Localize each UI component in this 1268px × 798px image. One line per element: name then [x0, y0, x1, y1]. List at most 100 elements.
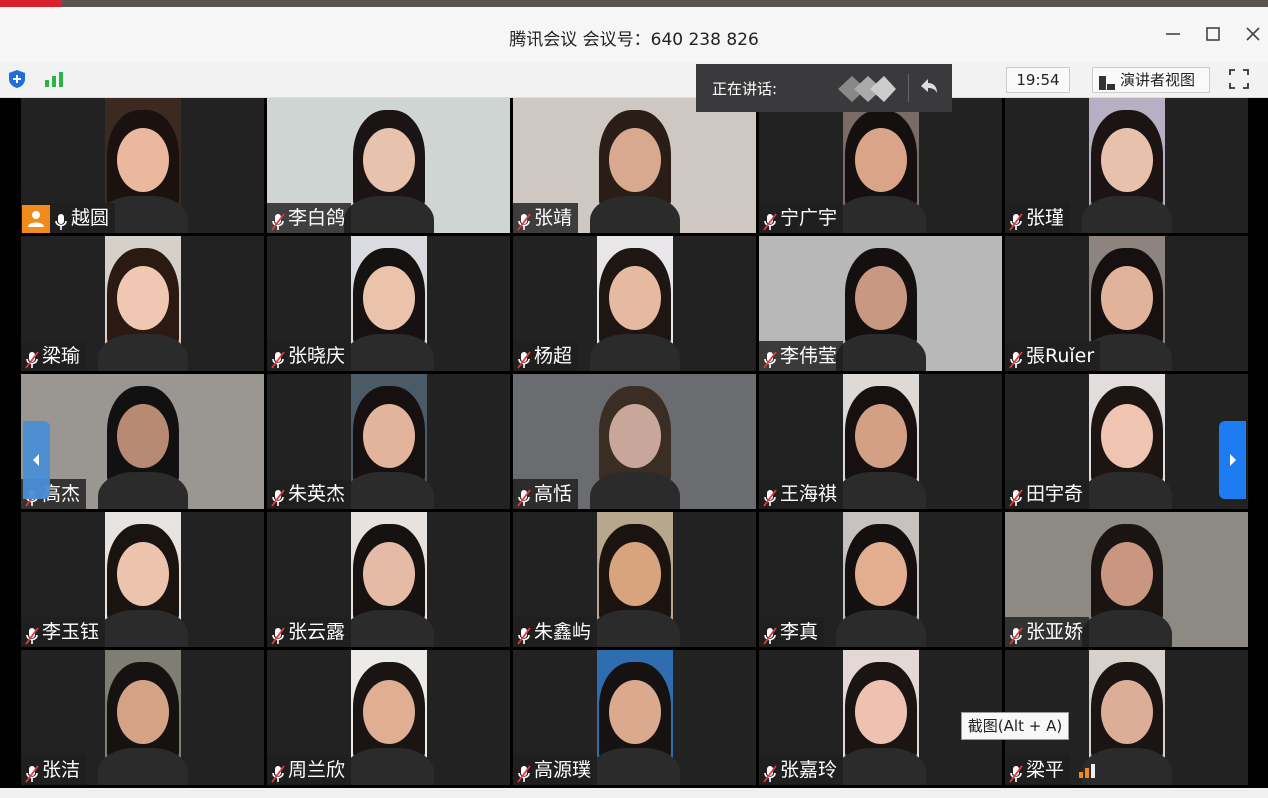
participant-tile[interactable]: 宁广宇 — [759, 98, 1002, 233]
meeting-time: 19:54 — [1006, 67, 1070, 93]
participant-name: 朱英杰 — [288, 483, 346, 505]
participant-name: 张靖 — [534, 207, 573, 229]
screenshot-tooltip: 截图(Alt + A) — [961, 712, 1069, 740]
participant-name: 梁瑜 — [42, 345, 81, 367]
fullscreen-icon[interactable] — [1228, 68, 1250, 90]
participant-name-tag: 梁瑜 — [21, 341, 87, 371]
shield-icon[interactable] — [8, 69, 26, 89]
participant-name-tag: 李伟莹 — [759, 341, 844, 371]
participant-name: 张瑾 — [1026, 207, 1065, 229]
collapse-arrow-icon[interactable] — [918, 76, 940, 98]
participant-tile[interactable]: 周兰欣 — [267, 650, 510, 785]
participant-tile[interactable]: 越圆 — [21, 98, 264, 233]
presenter-view-button[interactable]: 演讲者视图 — [1092, 67, 1210, 93]
participant-tile[interactable]: 张洁 — [21, 650, 264, 785]
video-feed — [590, 512, 680, 647]
video-feed — [590, 236, 680, 371]
participant-tile[interactable]: 张亚娇 — [1005, 512, 1248, 647]
participant-tile[interactable]: 杨超 — [513, 236, 756, 371]
participant-tile[interactable]: 张瑾 — [1005, 98, 1248, 233]
participant-tile[interactable]: 高杰 — [21, 374, 264, 509]
microphone-muted-icon — [763, 762, 777, 783]
microphone-muted-icon — [517, 210, 531, 231]
video-feed — [98, 98, 188, 233]
participant-name-tag: 张靖 — [513, 203, 579, 233]
participant-tile[interactable]: 朱英杰 — [267, 374, 510, 509]
video-feed — [98, 512, 188, 647]
participant-name: 李真 — [780, 621, 819, 643]
video-feed — [590, 650, 680, 785]
microphone-muted-icon — [25, 762, 39, 783]
participant-tile[interactable]: 高源璞 — [513, 650, 756, 785]
audio-level-icon — [1078, 762, 1096, 778]
participant-tile[interactable]: 李玉钰 — [21, 512, 264, 647]
participant-tile[interactable]: 张靖 — [513, 98, 756, 233]
minimize-icon[interactable] — [1162, 23, 1184, 45]
microphone-muted-icon — [517, 486, 531, 507]
participant-name-tag: 李玉钰 — [21, 617, 106, 647]
microphone-muted-icon — [763, 210, 777, 231]
signal-icon[interactable] — [44, 71, 64, 87]
microphone-muted-icon — [517, 762, 531, 783]
microphone-icon — [54, 210, 68, 230]
participant-tile[interactable]: 李白鸽 — [267, 98, 510, 233]
participant-name: 李玉钰 — [42, 621, 100, 643]
participant-name-tag: 张亚娇 — [1005, 617, 1090, 647]
participant-name-tag: 李白鸽 — [267, 203, 352, 233]
microphone-muted-icon — [763, 486, 777, 507]
microphone-muted-icon — [25, 348, 39, 369]
participant-name: 周兰欣 — [288, 759, 346, 781]
previous-page-button[interactable] — [23, 421, 50, 499]
participant-name-tag: 朱鑫屿 — [513, 617, 598, 647]
participant-name-tag: 越圆 — [21, 203, 116, 233]
participant-tile[interactable]: 朱鑫屿 — [513, 512, 756, 647]
brand-mark — [0, 0, 62, 7]
maximize-icon[interactable] — [1202, 23, 1224, 45]
participant-name-tag: 张晓庆 — [267, 341, 352, 371]
participant-name-tag: 張Ruǐer — [1005, 341, 1101, 371]
participant-name: 李伟莹 — [780, 345, 838, 367]
microphone-muted-icon — [1009, 348, 1023, 369]
microphone-muted-icon — [271, 624, 285, 645]
microphone-muted-icon — [1009, 762, 1023, 783]
participant-name: 張Ruǐer — [1026, 345, 1095, 367]
participant-tile[interactable]: 高恬 — [513, 374, 756, 509]
microphone-muted-icon — [271, 210, 285, 231]
participant-tile[interactable]: 张云露 — [267, 512, 510, 647]
participant-name: 张云露 — [288, 621, 346, 643]
video-feed — [836, 374, 926, 509]
video-feed — [98, 650, 188, 785]
participant-tile[interactable]: 田宇奇 — [1005, 374, 1248, 509]
participant-tile[interactable]: 張Ruǐer — [1005, 236, 1248, 371]
host-icon — [22, 204, 50, 233]
video-feed — [344, 650, 434, 785]
video-feed — [836, 512, 926, 647]
speaking-indicator: 正在讲话: — [696, 64, 952, 112]
participant-name: 张亚娇 — [1026, 621, 1084, 643]
participant-tile[interactable]: 梁瑜 — [21, 236, 264, 371]
participant-name-tag: 梁平 — [1005, 755, 1071, 785]
participant-tile[interactable]: 李真 — [759, 512, 1002, 647]
video-feed — [1082, 374, 1172, 509]
participant-name-tag: 杨超 — [513, 341, 579, 371]
participant-name: 宁广宇 — [780, 207, 838, 229]
close-icon[interactable] — [1242, 23, 1264, 45]
participant-name: 田宇奇 — [1026, 483, 1084, 505]
participant-name-tag: 朱英杰 — [267, 479, 352, 509]
video-feed — [344, 512, 434, 647]
participant-name-tag: 宁广宇 — [759, 203, 844, 233]
next-page-button[interactable] — [1219, 421, 1246, 499]
participant-tile[interactable]: 张晓庆 — [267, 236, 510, 371]
participant-name: 杨超 — [534, 345, 573, 367]
participant-name-tag: 高源璞 — [513, 755, 598, 785]
video-feed — [1082, 650, 1172, 785]
participant-tile[interactable]: 李伟莹 — [759, 236, 1002, 371]
microphone-muted-icon — [271, 762, 285, 783]
participant-tile[interactable]: 王海祺 — [759, 374, 1002, 509]
participant-name-tag: 张嘉玲 — [759, 755, 844, 785]
participant-name: 张晓庆 — [288, 345, 346, 367]
video-feed — [344, 374, 434, 509]
participant-name: 张洁 — [42, 759, 81, 781]
title-bar: 腾讯会议 会议号：640 238 826 — [0, 7, 1268, 63]
participant-name: 越圆 — [71, 207, 110, 229]
